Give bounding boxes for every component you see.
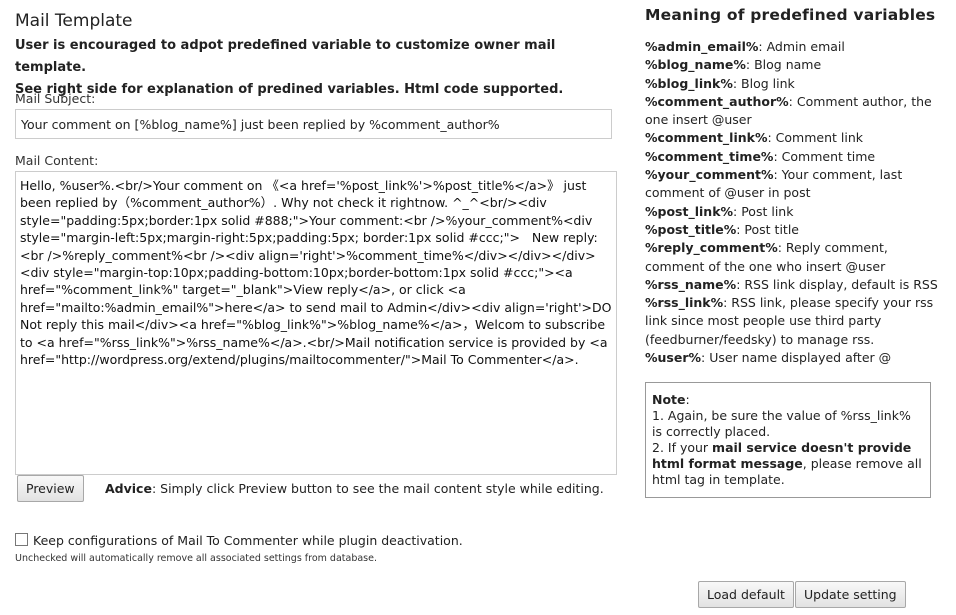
variable-description: : Post title: [736, 221, 800, 237]
mail-template-panel: Mail Template User is encouraged to adpo…: [15, 8, 620, 564]
variable-item: %post_link%: Post link: [645, 203, 945, 221]
variable-item: %blog_link%: Blog link: [645, 75, 945, 93]
variable-description: : Blog name: [745, 57, 822, 73]
variable-name: %admin_email%: [645, 39, 759, 54]
note-box: Note: 1. Again, be sure the value of %rs…: [645, 382, 931, 498]
variable-name: %comment_time%: [645, 148, 774, 164]
variable-item: %rss_link%: RSS link, please specify you…: [645, 294, 945, 349]
variable-name: %post_title%: [645, 221, 737, 237]
note-line-1: 1. Again, be sure the value of %rss_link…: [652, 408, 911, 439]
variable-description: : Comment link: [767, 130, 863, 146]
variable-name: %rss_link%: [645, 295, 724, 311]
variable-item: %comment_time%: Comment time: [645, 148, 945, 166]
variable-name: %comment_link%: [645, 130, 768, 146]
variable-item: %comment_author%: Comment author, the on…: [645, 93, 945, 130]
note-heading: Note:: [652, 392, 924, 408]
variable-description: : Comment time: [773, 148, 876, 164]
advice-text: Advice: Simply click Preview button to s…: [105, 481, 604, 496]
preview-button[interactable]: Preview: [17, 475, 84, 502]
variable-name: %user%: [645, 350, 702, 366]
variable-description: : Post link: [733, 203, 794, 219]
update-setting-button[interactable]: Update setting: [795, 581, 906, 608]
variable-item: %post_title%: Post title: [645, 221, 945, 239]
variables-list: %admin_email%: Admin email %blog_name%: …: [645, 38, 945, 367]
note-line-2: 2. If your mail service doesn't provide …: [652, 440, 924, 488]
variable-name: %blog_link%: [645, 75, 733, 91]
variable-item: %reply_comment%: Reply comment, comment …: [645, 239, 945, 276]
variable-name: %your_comment%: [645, 167, 774, 183]
intro-text-line-1: User is encouraged to adpot predefined v…: [15, 38, 556, 75]
keep-config-note: Unchecked will automatically remove all …: [15, 553, 377, 564]
variable-description: : Blog link: [732, 75, 795, 91]
variables-title: Meaning of predefined variables: [645, 6, 936, 24]
variable-item: %your_comment%: Your comment, last comme…: [645, 166, 945, 203]
advice-label: Advice: [105, 481, 152, 496]
keep-config-option[interactable]: Keep configurations of Mail To Commenter…: [15, 533, 463, 548]
mail-subject-input[interactable]: [15, 109, 612, 139]
variable-item: %rss_name%: RSS link display, default is…: [645, 276, 945, 294]
advice-description: : Simply click Preview button to see the…: [151, 481, 604, 496]
variable-name: %post_link%: [645, 203, 734, 219]
note-heading-colon: :: [685, 392, 690, 407]
variable-name: %blog_name%: [645, 57, 746, 73]
keep-config-label[interactable]: Keep configurations of Mail To Commenter…: [33, 533, 463, 548]
variable-item: %comment_link%: Comment link: [645, 129, 945, 147]
intro-text-line-2: See right side for explanation of predin…: [15, 82, 564, 97]
variable-item: %user%: User name displayed after @: [645, 349, 945, 367]
note-heading-text: Note: [652, 392, 686, 407]
load-default-button[interactable]: Load default: [698, 581, 794, 608]
mail-content-textarea[interactable]: Hello, %user%.<br/>Your comment on 《<a h…: [15, 171, 617, 475]
variable-name: %reply_comment%: [645, 240, 778, 256]
variable-description: : Admin email: [758, 39, 845, 54]
page-title: Mail Template: [15, 11, 133, 31]
mail-subject-label: Mail Subject:: [15, 91, 96, 106]
variable-item: %blog_name%: Blog name: [645, 56, 945, 74]
mail-content-label: Mail Content:: [15, 153, 99, 168]
keep-config-checkbox[interactable]: [15, 533, 28, 546]
variable-item: %admin_email%: Admin email: [645, 38, 945, 56]
variable-description: : User name displayed after @: [701, 350, 892, 366]
variable-name: %rss_name%: [645, 276, 737, 292]
note-line-2-start: 2. If your: [652, 440, 713, 455]
variables-sidebar: Meaning of predefined variables %admin_e…: [645, 6, 945, 498]
variable-description: : RSS link display, default is RSS: [736, 276, 938, 292]
variable-name: %comment_author%: [645, 93, 789, 109]
